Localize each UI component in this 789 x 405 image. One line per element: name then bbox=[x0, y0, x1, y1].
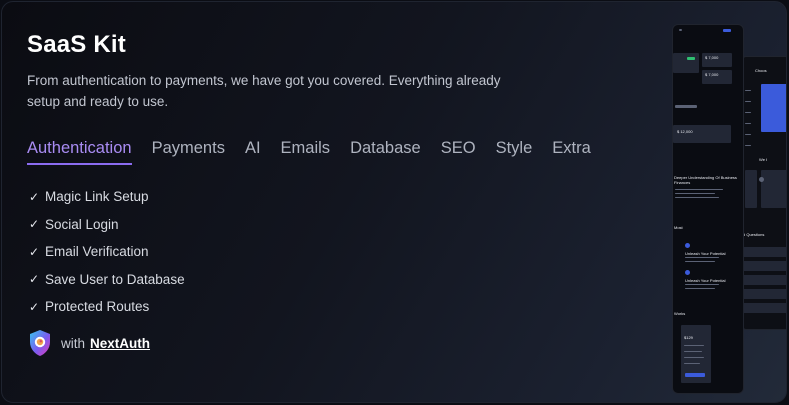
preview-card bbox=[761, 170, 786, 208]
preview-stat-card bbox=[673, 53, 699, 73]
preview-card bbox=[743, 261, 786, 271]
preview-card bbox=[745, 170, 757, 208]
feature-label: Save User to Database bbox=[45, 271, 185, 287]
preview-card bbox=[743, 289, 786, 299]
preview-line bbox=[675, 197, 719, 198]
feature-tabs: Authentication Payments AI Emails Databa… bbox=[27, 139, 611, 165]
list-item: ✓ Email Verification bbox=[29, 238, 185, 266]
preview-line bbox=[684, 363, 700, 364]
preview-step-dot bbox=[685, 270, 690, 275]
preview-card bbox=[743, 247, 786, 257]
tab-style[interactable]: Style bbox=[496, 139, 533, 165]
tab-database[interactable]: Database bbox=[350, 139, 421, 165]
feature-label: Protected Routes bbox=[45, 299, 150, 315]
tab-authentication[interactable]: Authentication bbox=[27, 139, 132, 165]
preview-line bbox=[685, 257, 719, 258]
preview-front-item: Unleash Your Potential bbox=[685, 251, 726, 256]
preview-chart-card bbox=[673, 125, 731, 143]
check-icon: ✓ bbox=[29, 189, 40, 204]
tab-emails[interactable]: Emails bbox=[281, 139, 331, 165]
tab-seo[interactable]: SEO bbox=[441, 139, 476, 165]
preview-back-faq: d Questions bbox=[743, 232, 765, 237]
preview-line bbox=[745, 134, 751, 135]
preview-card bbox=[743, 275, 786, 285]
preview-line bbox=[745, 112, 751, 113]
preview-price: $129 bbox=[684, 335, 693, 340]
preview-line bbox=[685, 288, 715, 289]
preview-value: $ 7,000 bbox=[705, 72, 719, 77]
feature-label: Magic Link Setup bbox=[45, 189, 149, 205]
preview-front-footer: Works bbox=[674, 311, 686, 316]
list-item: ✓ Social Login bbox=[29, 211, 185, 239]
preview-value: $ 7,000 bbox=[705, 55, 719, 60]
feature-label: Social Login bbox=[45, 216, 119, 232]
feature-list: ✓ Magic Link Setup ✓ Social Login ✓ Emai… bbox=[29, 183, 185, 321]
preview-back-item: We I bbox=[759, 157, 768, 162]
tab-extra[interactable]: Extra bbox=[552, 139, 591, 165]
preview-cta-button bbox=[685, 373, 705, 377]
with-label: with bbox=[61, 335, 86, 351]
saas-kit-card: SaaS Kit From authentication to payments… bbox=[1, 1, 787, 403]
list-item: ✓ Save User to Database bbox=[29, 266, 185, 294]
preview-line bbox=[685, 284, 719, 285]
preview-front-page: $ 7,000 $ 7,000 $ 12,000 Deeper Understa… bbox=[672, 24, 744, 394]
preview-nav-button bbox=[723, 29, 731, 32]
template-preview: Choos We I d Questions $ 7,000 $ 7,000 $… bbox=[669, 24, 786, 396]
powered-by: with NextAuth bbox=[28, 329, 150, 357]
list-item: ✓ Magic Link Setup bbox=[29, 183, 185, 211]
preview-back-page: Choos We I d Questions bbox=[742, 56, 786, 330]
check-icon: ✓ bbox=[29, 299, 40, 314]
preview-line bbox=[684, 357, 704, 358]
card-title: SaaS Kit bbox=[27, 31, 126, 58]
preview-step-dot bbox=[685, 243, 690, 248]
preview-logo bbox=[679, 29, 682, 31]
check-icon: ✓ bbox=[29, 244, 40, 259]
tab-payments[interactable]: Payments bbox=[152, 139, 225, 165]
preview-line bbox=[745, 101, 751, 102]
preview-front-section: Most bbox=[674, 225, 683, 230]
preview-line bbox=[745, 123, 751, 124]
preview-back-heading: Choos bbox=[755, 68, 767, 73]
preview-front-item: Unleash Your Potential bbox=[685, 278, 726, 283]
preview-back-panel bbox=[761, 84, 786, 132]
preview-avatar bbox=[759, 177, 764, 182]
preview-line bbox=[745, 145, 751, 146]
preview-line bbox=[684, 345, 704, 346]
card-subtitle: From authentication to payments, we have… bbox=[27, 73, 501, 109]
preview-line bbox=[675, 189, 723, 190]
nextauth-link[interactable]: NextAuth bbox=[90, 336, 150, 351]
preview-front-heading: Deeper Understanding Of Business Finance… bbox=[674, 175, 737, 185]
list-item: ✓ Protected Routes bbox=[29, 293, 185, 321]
preview-line bbox=[745, 90, 751, 91]
preview-line bbox=[685, 261, 715, 262]
check-icon: ✓ bbox=[29, 272, 40, 287]
tab-ai[interactable]: AI bbox=[245, 139, 261, 165]
preview-card bbox=[743, 303, 786, 313]
preview-value: $ 12,000 bbox=[677, 129, 693, 134]
check-icon: ✓ bbox=[29, 217, 40, 232]
preview-stat-badge bbox=[687, 57, 695, 60]
nextauth-shield-icon bbox=[30, 330, 50, 356]
preview-toolbar bbox=[675, 105, 697, 108]
preview-line bbox=[675, 193, 715, 194]
preview-line bbox=[684, 351, 702, 352]
feature-label: Email Verification bbox=[45, 244, 149, 260]
